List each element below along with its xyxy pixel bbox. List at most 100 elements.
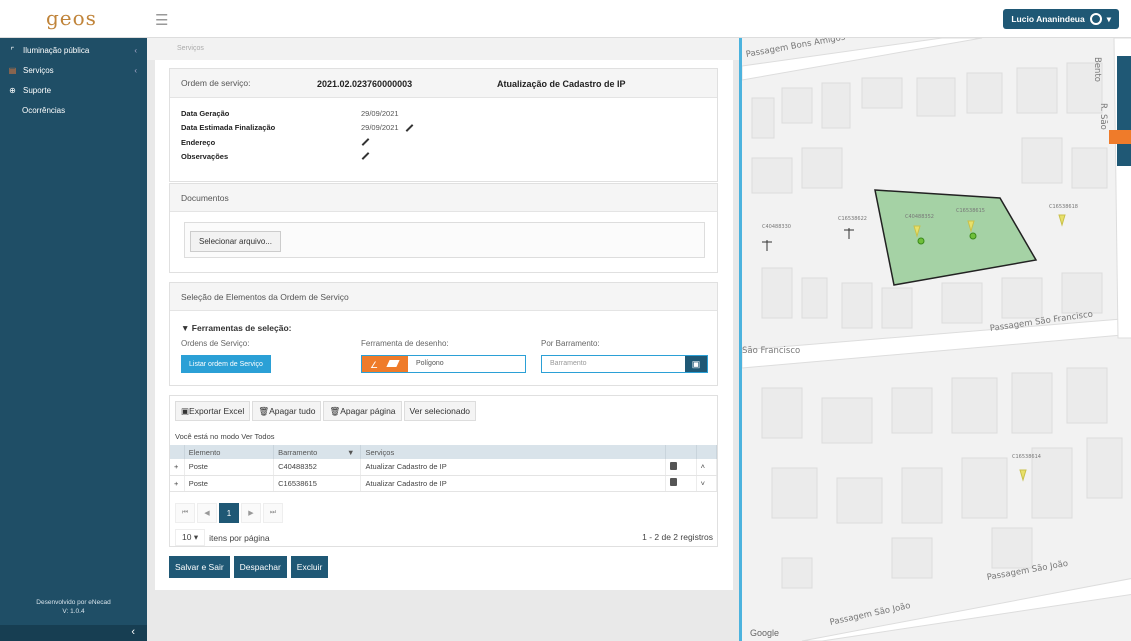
filter-icon: ▼ — [181, 323, 190, 333]
map-canvas[interactable] — [742, 38, 1131, 641]
per-page: 10 ▾ itens por página — [175, 529, 270, 546]
endereco-edit — [361, 137, 370, 146]
delete-all-button[interactable]: 🗑 Apagar tudo — [252, 401, 322, 421]
draw-tool-select[interactable]: Polígono — [416, 360, 444, 367]
version-text: V: 1.0.4 — [62, 608, 85, 615]
elements-table: Elemento Barramento ▼ Serviços + Poste C… — [170, 445, 718, 492]
pole-label[interactable]: C16538615 — [956, 208, 985, 214]
sidebar-item-servicos[interactable]: ▤ Serviços ‹ — [0, 60, 147, 80]
user-menu-button[interactable]: Lucio Ananindeua ▾ — [1003, 9, 1119, 29]
edit-pencil-icon[interactable] — [361, 152, 370, 160]
eraser-icon[interactable] — [1109, 130, 1131, 144]
delete-button[interactable]: Excluir — [290, 556, 329, 578]
main-panel: Ordem de serviço: 2021.02.023760000003 A… — [155, 60, 733, 590]
orders-label: Ordens de Serviço: — [181, 339, 250, 348]
sidebar-collapse-button[interactable]: ‹ — [0, 625, 147, 641]
pager: ⏮ ◀ 1 ▶ ⏭ — [175, 503, 283, 523]
grid-box: ▣ Exportar Excel 🗑 Apagar tudo 🗑 Apagar … — [169, 395, 718, 547]
column-servicos[interactable]: Serviços — [360, 445, 667, 459]
lamp-icon: ⌜ — [10, 45, 15, 55]
dispatch-button[interactable]: Despachar — [233, 556, 287, 578]
trash-icon[interactable] — [670, 461, 678, 470]
cell-barramento: C16538615 — [273, 475, 362, 492]
file-drop-area: Selecionar arquivo... — [184, 222, 705, 258]
street-label: Bento — [1092, 57, 1102, 82]
sidebar-item-iluminacao[interactable]: ⌜ Iluminação pública ‹ — [0, 40, 147, 60]
prev-page-button[interactable]: ◀ — [197, 503, 217, 523]
table-row[interactable]: + Poste C16538615 Atualizar Cadastro de … — [170, 475, 718, 492]
selection-box: Seleção de Elementos da Ordem de Serviço… — [169, 282, 718, 386]
barramento-field: Barramento ▣ — [541, 355, 708, 373]
first-page-button[interactable]: ⏮ — [175, 503, 195, 523]
expand-row-icon[interactable]: + — [170, 459, 185, 476]
order-number: 2021.02.023760000003 — [317, 79, 413, 89]
sidebar-item-label: Iluminação pública — [23, 45, 90, 55]
draw-tool-group: ∠ Polígono — [361, 355, 526, 373]
eraser-icon[interactable] — [386, 360, 400, 367]
map[interactable]: Passagem Bons Amigos Passagem São Franci… — [739, 38, 1131, 641]
delete-page-button[interactable]: 🗑 Apagar página — [323, 401, 402, 421]
sidebar-item-label: Suporte — [23, 85, 52, 95]
per-page-select[interactable]: 10 ▾ — [175, 529, 206, 546]
sidebar-item-ocorrencias[interactable]: Ocorrências — [0, 100, 147, 120]
last-page-button[interactable]: ⏭ — [263, 503, 283, 523]
order-box: Ordem de serviço: 2021.02.023760000003 A… — [169, 68, 718, 182]
scroll-column — [696, 445, 718, 459]
scroll-down-icon[interactable]: ˅ — [696, 475, 718, 492]
edit-pencil-icon[interactable] — [405, 124, 414, 132]
list-orders-button[interactable]: Listar ordem de Serviço — [181, 355, 271, 373]
pole-label[interactable]: C16538614 — [1012, 454, 1041, 460]
tools-title-text: Ferramentas de seleção: — [191, 323, 292, 333]
menu-toggle-icon[interactable]: ☰ — [155, 11, 168, 29]
barramento-save-button[interactable]: ▣ — [685, 356, 707, 372]
page-number-button[interactable]: 1 — [219, 503, 239, 523]
scroll-up-icon[interactable]: ˄ — [696, 459, 718, 476]
mode-text: Você está no modo Ver Todos — [175, 432, 275, 441]
column-elemento[interactable]: Elemento — [184, 445, 275, 459]
selection-title: Seleção de Elementos da Ordem de Serviço — [181, 291, 349, 302]
column-barramento[interactable]: Barramento ▼ — [273, 445, 362, 459]
barramento-label: Por Barramento: — [541, 339, 600, 348]
expand-row-icon[interactable]: + — [170, 475, 185, 492]
order-header: Ordem de serviço: — [170, 69, 717, 98]
pole-label[interactable]: C16538622 — [838, 216, 867, 222]
chevron-left-icon: ‹ — [131, 626, 135, 638]
pole-label[interactable]: C40488330 — [762, 224, 791, 230]
chevron-left-icon: ‹ — [134, 45, 137, 55]
expand-column — [170, 445, 185, 459]
edit-pencil-icon[interactable] — [361, 138, 370, 146]
trash-icon: 🗑 — [258, 405, 270, 416]
support-icon: ⊕ — [9, 85, 16, 95]
actions-column — [665, 445, 697, 459]
google-logo: Google — [750, 628, 780, 638]
sidebar-item-suporte[interactable]: ⊕ Suporte — [0, 80, 147, 100]
trash-icon[interactable] — [670, 478, 678, 486]
draw-tool-label: Ferramenta de desenho: — [361, 339, 449, 348]
data-geracao-value: 29/09/2021 — [361, 109, 399, 118]
table-row[interactable]: + Poste C40488352 Atualizar Cadastro de … — [170, 459, 718, 476]
map-toolbar[interactable] — [1117, 56, 1131, 166]
grid-toolbar: ▣ Exportar Excel 🗑 Apagar tudo 🗑 Apagar … — [170, 396, 478, 426]
endereco-label: Endereço — [181, 138, 216, 147]
view-selected-button[interactable]: Ver selecionado — [403, 401, 477, 421]
draw-tool-buttons: ∠ — [362, 356, 408, 372]
order-title: Atualização de Cadastro de IP — [497, 79, 626, 89]
delete-all-label: Apagar tudo — [269, 406, 316, 416]
delete-page-label: Apagar página — [340, 406, 396, 416]
barramento-input[interactable]: Barramento — [550, 360, 587, 367]
save-exit-button[interactable]: Salvar e Sair — [169, 556, 230, 578]
documents-title: Documentos — [181, 192, 229, 203]
app-logo[interactable]: geos — [46, 6, 97, 30]
row-delete-cell — [665, 475, 697, 492]
polygon-draw-icon[interactable]: ∠ — [370, 360, 378, 371]
per-page-value: 10 — [182, 532, 192, 542]
export-excel-button[interactable]: ▣ Exportar Excel — [175, 401, 251, 421]
filter-icon[interactable]: ▼ — [347, 448, 354, 457]
next-page-button[interactable]: ▶ — [241, 503, 261, 523]
pole-label[interactable]: C40488352 — [905, 214, 934, 220]
pole-label[interactable]: C16538618 — [1049, 204, 1078, 210]
street-label: São Francisco — [742, 346, 801, 356]
observacoes-label: Observações — [181, 152, 229, 161]
documents-header: Documentos — [170, 184, 717, 212]
select-file-button[interactable]: Selecionar arquivo... — [190, 231, 281, 252]
